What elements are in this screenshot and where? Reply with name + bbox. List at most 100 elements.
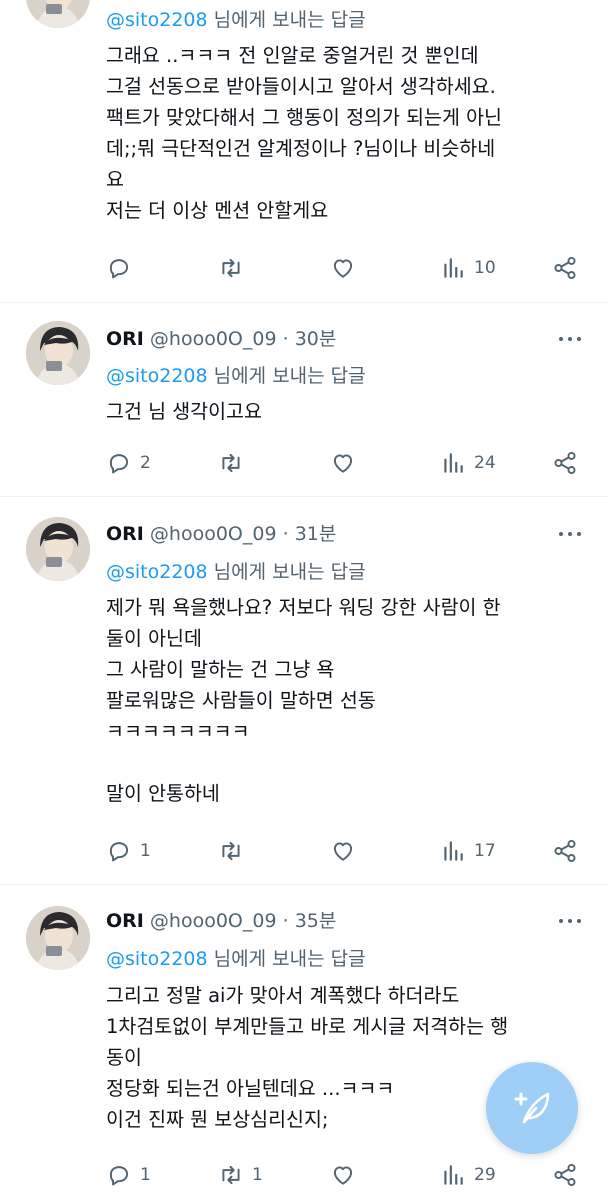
avatar[interactable] xyxy=(26,0,90,28)
tweet-text-line: ㅋㅋㅋㅋㅋㅋㅋㅋ xyxy=(106,720,250,743)
like-button[interactable] xyxy=(330,449,356,477)
reply-icon xyxy=(109,259,129,279)
retweet-button[interactable] xyxy=(218,837,252,865)
views-icon xyxy=(444,1165,463,1185)
tweet-text-line: 1차검토없이 부계만들고 바로 게시글 저격하는 행 xyxy=(106,1015,509,1038)
more-button[interactable] xyxy=(558,522,582,546)
like-button[interactable] xyxy=(330,1161,356,1189)
tweet-actions: 10 xyxy=(106,254,586,282)
separator-dot: · xyxy=(282,910,289,932)
tweet-actions: 1 1 29 xyxy=(106,1161,586,1189)
mention-link[interactable]: @sito2208 xyxy=(106,948,208,970)
tweet[interactable]: @sito2208 님에게 보내는 답글 그래요 ..ㅋㅋㅋ 전 인알로 중얼거… xyxy=(0,0,608,303)
views-count: 29 xyxy=(474,1165,496,1185)
share-button[interactable] xyxy=(552,1161,578,1189)
user-handle[interactable]: @hooo0O_09 xyxy=(150,328,277,350)
tweet-text-line: 그걸 선동으로 받아들이시고 알아서 생각하세요. xyxy=(106,75,496,98)
mention-link[interactable]: @sito2208 xyxy=(106,365,208,387)
display-name[interactable]: ORI xyxy=(106,910,144,932)
views-button[interactable]: 24 xyxy=(440,449,496,477)
share-icon xyxy=(554,451,576,475)
separator-dot: · xyxy=(282,328,289,350)
replying-label: 님에게 보내는 답글 xyxy=(207,9,366,31)
tweet[interactable]: ORI @hooo0O_09 · 30분 @sito2208 님에게 보내는 답… xyxy=(0,303,608,497)
views-button[interactable]: 10 xyxy=(440,254,496,282)
retweet-button[interactable] xyxy=(218,254,252,282)
retweet-icon xyxy=(222,1165,240,1185)
share-icon xyxy=(554,1163,576,1187)
replying-to: @sito2208 님에게 보내는 답글 xyxy=(106,363,366,389)
like-button[interactable] xyxy=(330,254,356,282)
tweet-text-line: 팩트가 맞았다해서 그 행동이 정의가 되는게 아닌 xyxy=(106,106,502,129)
like-button[interactable] xyxy=(330,837,356,865)
tweet-text-line: 그리고 정말 ai가 맞아서 계폭했다 하더라도 xyxy=(106,984,460,1007)
user-handle[interactable]: @hooo0O_09 xyxy=(150,523,277,545)
compose-button[interactable] xyxy=(486,1062,578,1154)
avatar[interactable] xyxy=(26,321,90,385)
retweet-icon xyxy=(222,258,240,278)
replying-label: 님에게 보내는 답글 xyxy=(207,561,366,583)
tweet-text-line: 그건 님 생각이고요 xyxy=(106,400,262,423)
mention-link[interactable]: @sito2208 xyxy=(106,9,208,31)
like-icon xyxy=(333,1166,353,1185)
views-button[interactable]: 29 xyxy=(440,1161,496,1189)
tweet-actions: 1 17 xyxy=(106,837,586,865)
tweet-actions: 2 24 xyxy=(106,449,586,477)
retweet-button[interactable]: 1 xyxy=(218,1161,263,1189)
replying-to: @sito2208 님에게 보내는 답글 xyxy=(106,7,366,33)
display-name[interactable]: ORI xyxy=(106,328,144,350)
views-count: 24 xyxy=(474,453,496,473)
tweet[interactable]: ORI @hooo0O_09 · 31분 @sito2208 님에게 보내는 답… xyxy=(0,497,608,885)
reply-count: 1 xyxy=(140,1165,151,1185)
replying-label: 님에게 보내는 답글 xyxy=(207,948,366,970)
reply-count: 1 xyxy=(140,841,151,861)
reply-button[interactable] xyxy=(106,254,140,282)
share-button[interactable] xyxy=(552,449,578,477)
reply-count: 2 xyxy=(140,453,151,473)
views-icon xyxy=(444,453,463,473)
tweet-text: 제가 뭐 욕을했나요? 저보다 워딩 강한 사람이 한 둘이 아닌데 그 사람이… xyxy=(106,592,586,809)
share-button[interactable] xyxy=(552,254,578,282)
tweet-text-line: 데;;뭐 극단적인건 알계정이나 ?님이나 비슷하네 xyxy=(106,137,496,160)
reply-icon xyxy=(109,842,129,862)
retweet-button[interactable] xyxy=(218,449,252,477)
like-icon xyxy=(333,842,353,861)
display-name[interactable]: ORI xyxy=(106,523,144,545)
tweet-header: ORI @hooo0O_09 · 30분 xyxy=(106,327,336,351)
avatar[interactable] xyxy=(26,906,90,970)
mention-link[interactable]: @sito2208 xyxy=(106,561,208,583)
reply-icon xyxy=(109,454,129,474)
tweet-text-line: 그래요 ..ㅋㅋㅋ 전 인알로 중얼거린 것 뿐인데 xyxy=(106,44,479,67)
user-handle[interactable]: @hooo0O_09 xyxy=(150,910,277,932)
more-button[interactable] xyxy=(558,327,582,351)
timestamp[interactable]: 31분 xyxy=(295,523,337,545)
replying-to: @sito2208 님에게 보내는 답글 xyxy=(106,946,366,972)
views-button[interactable]: 17 xyxy=(440,837,496,865)
tweet-text: 그래요 ..ㅋㅋㅋ 전 인알로 중얼거린 것 뿐인데 그걸 선동으로 받아들이시… xyxy=(106,40,586,226)
retweet-icon xyxy=(222,453,240,473)
share-icon xyxy=(554,839,576,863)
like-icon xyxy=(333,259,353,278)
replying-to: @sito2208 님에게 보내는 답글 xyxy=(106,559,366,585)
reply-button[interactable]: 1 xyxy=(106,837,151,865)
like-icon xyxy=(333,454,353,473)
tweet[interactable]: ORI @hooo0O_09 · 35분 @sito2208 님에게 보내는 답… xyxy=(0,885,608,1200)
views-count: 10 xyxy=(474,258,496,278)
tweet-text-line: 저는 더 이상 멘션 안할게요 xyxy=(106,199,329,222)
share-button[interactable] xyxy=(552,837,578,865)
timestamp[interactable]: 35분 xyxy=(295,910,337,932)
tweet-header: ORI @hooo0O_09 · 31분 xyxy=(106,522,336,546)
views-icon xyxy=(444,841,463,861)
reply-button[interactable]: 1 xyxy=(106,1161,151,1189)
retweet-count: 1 xyxy=(252,1165,263,1185)
tweet-text-line: 요 xyxy=(106,168,124,191)
avatar[interactable] xyxy=(26,517,90,581)
reply-button[interactable]: 2 xyxy=(106,449,151,477)
tweet-text-line xyxy=(106,747,586,778)
replying-label: 님에게 보내는 답글 xyxy=(207,365,366,387)
reply-icon xyxy=(109,1166,129,1186)
views-count: 17 xyxy=(474,841,496,861)
timestamp[interactable]: 30분 xyxy=(295,328,337,350)
retweet-icon xyxy=(222,841,240,861)
more-button[interactable] xyxy=(558,909,582,933)
